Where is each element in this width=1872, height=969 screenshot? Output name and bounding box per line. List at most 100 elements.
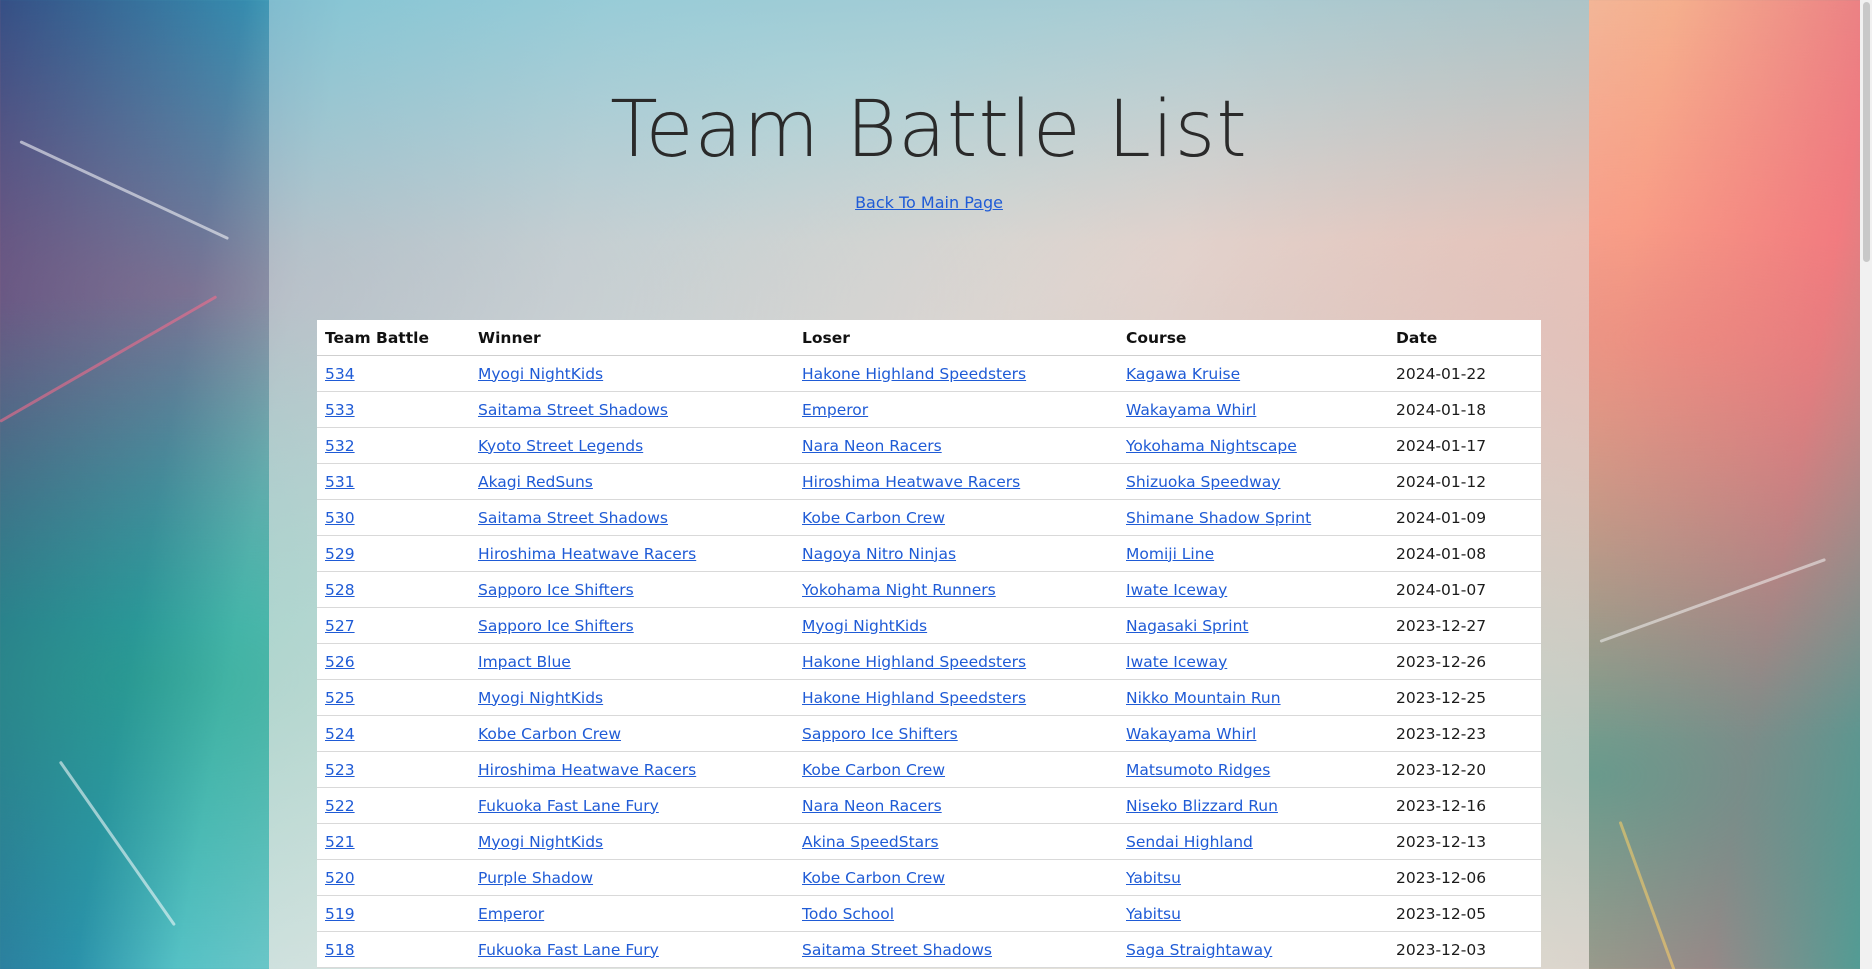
loser-link[interactable]: Kobe Carbon Crew (802, 509, 945, 527)
course-link[interactable]: Iwate Iceway (1126, 581, 1227, 599)
cell-loser: Yokohama Night Runners (794, 571, 1118, 608)
cell-course: Matsumoto Ridges (1118, 751, 1388, 788)
winner-link[interactable]: Sapporo Ice Shifters (478, 581, 634, 599)
winner-link[interactable]: Myogi NightKids (478, 833, 603, 851)
battle-id-link[interactable]: 531 (325, 473, 355, 491)
battle-id-link[interactable]: 524 (325, 725, 355, 743)
course-link[interactable]: Sendai Highland (1126, 833, 1253, 851)
table-row: 519 Emperor Todo School Yabitsu 2023-12-… (317, 895, 1541, 932)
loser-link[interactable]: Emperor (802, 401, 868, 419)
cell-winner: Hiroshima Heatwave Racers (470, 535, 794, 572)
cell-id: 526 (317, 643, 470, 680)
course-link[interactable]: Yabitsu (1126, 905, 1181, 923)
battle-id-link[interactable]: 521 (325, 833, 355, 851)
cell-course: Iwate Iceway (1118, 571, 1388, 608)
cell-winner: Saitama Street Shadows (470, 499, 794, 536)
cell-winner: Fukuoka Fast Lane Fury (470, 931, 794, 968)
loser-link[interactable]: Kobe Carbon Crew (802, 761, 945, 779)
winner-link[interactable]: Hiroshima Heatwave Racers (478, 545, 696, 563)
loser-link[interactable]: Yokohama Night Runners (802, 581, 996, 599)
header-winner: Winner (470, 320, 794, 356)
course-link[interactable]: Yabitsu (1126, 869, 1181, 887)
header-team-battle: Team Battle (317, 320, 470, 356)
loser-link[interactable]: Todo School (802, 905, 894, 923)
cell-date: 2023-12-26 (1388, 643, 1541, 680)
battle-id-link[interactable]: 527 (325, 617, 355, 635)
battle-id-link[interactable]: 533 (325, 401, 355, 419)
loser-link[interactable]: Nara Neon Racers (802, 797, 942, 815)
winner-link[interactable]: Purple Shadow (478, 869, 593, 887)
cell-date: 2023-12-06 (1388, 859, 1541, 896)
battle-id-link[interactable]: 519 (325, 905, 355, 923)
battle-id-link[interactable]: 530 (325, 509, 355, 527)
winner-link[interactable]: Emperor (478, 905, 544, 923)
loser-link[interactable]: Hakone Highland Speedsters (802, 365, 1026, 383)
course-link[interactable]: Nagasaki Sprint (1126, 617, 1248, 635)
winner-link[interactable]: Myogi NightKids (478, 365, 603, 383)
back-to-main-link[interactable]: Back To Main Page (855, 193, 1003, 212)
cell-course: Wakayama Whirl (1118, 391, 1388, 428)
loser-link[interactable]: Hakone Highland Speedsters (802, 689, 1026, 707)
battle-id-link[interactable]: 523 (325, 761, 355, 779)
battle-id-link[interactable]: 528 (325, 581, 355, 599)
winner-link[interactable]: Saitama Street Shadows (478, 401, 668, 419)
loser-link[interactable]: Hiroshima Heatwave Racers (802, 473, 1020, 491)
cell-winner: Sapporo Ice Shifters (470, 571, 794, 608)
page-scrollbar[interactable] (1860, 0, 1872, 969)
cell-date: 2023-12-03 (1388, 931, 1541, 968)
winner-link[interactable]: Sapporo Ice Shifters (478, 617, 634, 635)
loser-link[interactable]: Hakone Highland Speedsters (802, 653, 1026, 671)
course-link[interactable]: Iwate Iceway (1126, 653, 1227, 671)
battle-id-link[interactable]: 534 (325, 365, 355, 383)
loser-link[interactable]: Sapporo Ice Shifters (802, 725, 958, 743)
course-link[interactable]: Momiji Line (1126, 545, 1214, 563)
winner-link[interactable]: Akagi RedSuns (478, 473, 593, 491)
winner-link[interactable]: Impact Blue (478, 653, 571, 671)
cell-id: 532 (317, 427, 470, 464)
loser-link[interactable]: Nara Neon Racers (802, 437, 942, 455)
battle-id-link[interactable]: 518 (325, 941, 355, 959)
winner-link[interactable]: Hiroshima Heatwave Racers (478, 761, 696, 779)
cell-date: 2024-01-17 (1388, 427, 1541, 464)
course-link[interactable]: Wakayama Whirl (1126, 725, 1256, 743)
cell-date: 2023-12-16 (1388, 787, 1541, 824)
battle-id-link[interactable]: 529 (325, 545, 355, 563)
cell-winner: Impact Blue (470, 643, 794, 680)
scrollbar-thumb[interactable] (1863, 2, 1870, 262)
battle-id-link[interactable]: 525 (325, 689, 355, 707)
cell-loser: Hakone Highland Speedsters (794, 355, 1118, 392)
cell-id: 521 (317, 823, 470, 860)
winner-link[interactable]: Myogi NightKids (478, 689, 603, 707)
loser-link[interactable]: Saitama Street Shadows (802, 941, 992, 959)
winner-link[interactable]: Fukuoka Fast Lane Fury (478, 941, 659, 959)
table-row: 520 Purple Shadow Kobe Carbon Crew Yabit… (317, 859, 1541, 896)
cell-course: Niseko Blizzard Run (1118, 787, 1388, 824)
battle-id-link[interactable]: 522 (325, 797, 355, 815)
course-link[interactable]: Wakayama Whirl (1126, 401, 1256, 419)
course-link[interactable]: Shizuoka Speedway (1126, 473, 1280, 491)
winner-link[interactable]: Saitama Street Shadows (478, 509, 668, 527)
course-link[interactable]: Niseko Blizzard Run (1126, 797, 1278, 815)
cell-date: 2024-01-07 (1388, 571, 1541, 608)
battle-id-link[interactable]: 520 (325, 869, 355, 887)
loser-link[interactable]: Nagoya Nitro Ninjas (802, 545, 956, 563)
cell-date: 2024-01-12 (1388, 463, 1541, 500)
battle-id-link[interactable]: 526 (325, 653, 355, 671)
winner-link[interactable]: Kobe Carbon Crew (478, 725, 621, 743)
winner-link[interactable]: Fukuoka Fast Lane Fury (478, 797, 659, 815)
cell-winner: Myogi NightKids (470, 823, 794, 860)
battle-id-link[interactable]: 532 (325, 437, 355, 455)
loser-link[interactable]: Akina SpeedStars (802, 833, 939, 851)
course-link[interactable]: Kagawa Kruise (1126, 365, 1240, 383)
course-link[interactable]: Yokohama Nightscape (1126, 437, 1297, 455)
loser-link[interactable]: Kobe Carbon Crew (802, 869, 945, 887)
course-link[interactable]: Matsumoto Ridges (1126, 761, 1270, 779)
course-link[interactable]: Nikko Mountain Run (1126, 689, 1281, 707)
cell-winner: Emperor (470, 895, 794, 932)
course-link[interactable]: Saga Straightaway (1126, 941, 1272, 959)
cell-course: Yokohama Nightscape (1118, 427, 1388, 464)
course-link[interactable]: Shimane Shadow Sprint (1126, 509, 1311, 527)
loser-link[interactable]: Myogi NightKids (802, 617, 927, 635)
cell-id: 524 (317, 715, 470, 752)
winner-link[interactable]: Kyoto Street Legends (478, 437, 643, 455)
